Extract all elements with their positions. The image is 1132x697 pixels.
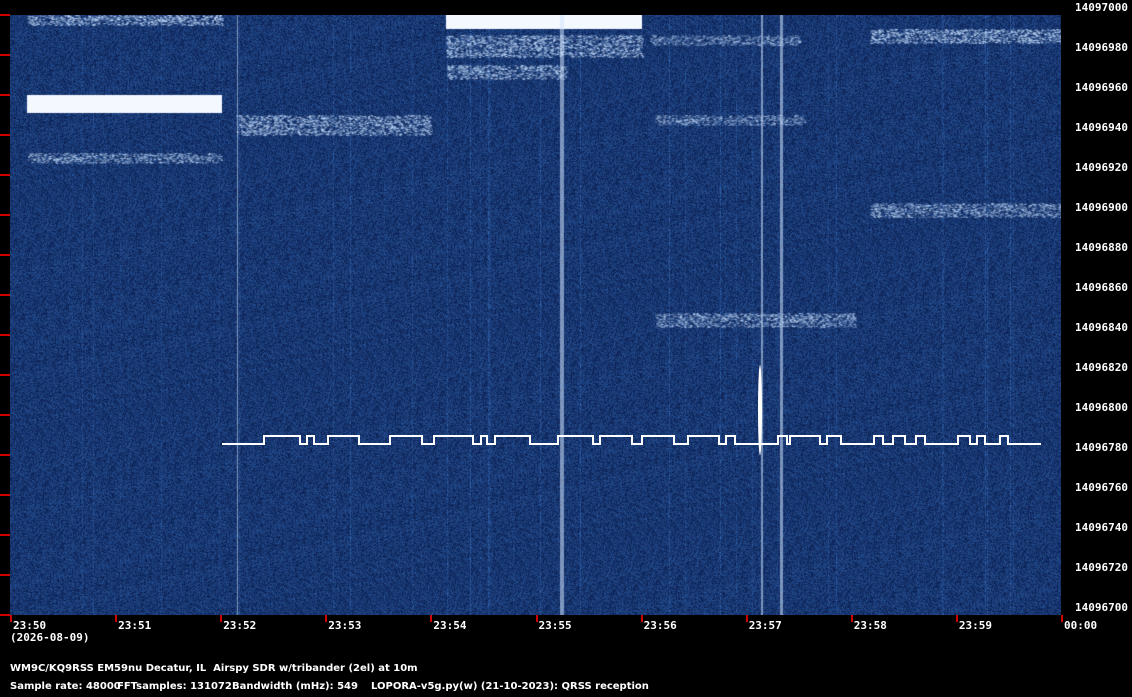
frequency-label: 14096900 (1075, 201, 1128, 214)
time-label: 23:52 (223, 619, 257, 632)
frequency-tick (0, 574, 10, 576)
frequency-tick (0, 254, 10, 256)
time-label: 23:51 (118, 619, 152, 632)
frequency-label: 14096940 (1075, 121, 1128, 134)
frequency-label: 14096960 (1075, 81, 1128, 94)
frequency-label: 14096720 (1075, 561, 1128, 574)
frequency-label: 14096840 (1075, 321, 1128, 334)
frequency-tick (0, 214, 10, 216)
frequency-tick (0, 374, 10, 376)
fft-samples: FFTsamples: 131072 (117, 681, 232, 692)
time-tick (325, 615, 328, 622)
time-label: 23:55 (538, 619, 572, 632)
time-label: 23:57 (748, 619, 782, 632)
frequency-tick (0, 14, 10, 16)
frequency-tick (0, 494, 10, 496)
frequency-label: 14096760 (1075, 481, 1128, 494)
frequency-tick (0, 94, 10, 96)
time-tick (850, 615, 853, 622)
time-tick (430, 615, 433, 622)
time-label: 23:56 (643, 619, 677, 632)
frequency-tick (0, 294, 10, 296)
time-tick (535, 615, 538, 622)
station-info: WM9C/KQ9RSS EM59nu Decatur, IL Airspy SD… (10, 663, 418, 674)
frequency-label: 14097000 (1075, 1, 1128, 14)
frequency-label: 14096780 (1075, 441, 1128, 454)
interference-spike (758, 365, 762, 455)
time-label: 00:00 (1064, 619, 1098, 632)
date-label: (2026-08-09) (10, 631, 90, 644)
frequency-tick (0, 414, 10, 416)
time-label: 23:54 (433, 619, 467, 632)
frequency-label: 14096860 (1075, 281, 1128, 294)
frequency-tick (0, 454, 10, 456)
frequency-label: 14096980 (1075, 41, 1128, 54)
bandwidth: Bandwidth (mHz): 549 (232, 681, 358, 692)
frequency-tick (0, 534, 10, 536)
software-version: LOPORA-v5g.py(w) (21-10-2023): QRSS rece… (371, 681, 649, 692)
time-label: 23:59 (958, 619, 993, 632)
keyed-carrier-trace (222, 435, 1041, 445)
time-label: 23:53 (328, 619, 362, 632)
frequency-label: 14096740 (1075, 521, 1128, 534)
time-tick (745, 615, 748, 622)
frequency-tick (0, 174, 10, 176)
time-tick (115, 615, 118, 622)
time-label: 23:58 (853, 619, 887, 632)
frequency-label: 14096820 (1075, 361, 1128, 374)
time-tick (10, 615, 12, 622)
frequency-label: 14096880 (1075, 241, 1128, 254)
time-tick (1061, 615, 1063, 622)
frequency-label: 14096700 (1075, 601, 1128, 614)
frequency-tick (0, 54, 10, 56)
frequency-label: 14096920 (1075, 161, 1128, 174)
frequency-tick (0, 134, 10, 136)
frequency-tick (0, 614, 10, 616)
frequency-tick (0, 334, 10, 336)
time-tick (955, 615, 958, 622)
qrss-signal-trace (222, 365, 1041, 455)
frequency-label: 14096800 (1075, 401, 1128, 414)
time-tick (640, 615, 643, 622)
time-tick (220, 615, 223, 622)
sample-rate: Sample rate: 48000 (10, 681, 121, 692)
